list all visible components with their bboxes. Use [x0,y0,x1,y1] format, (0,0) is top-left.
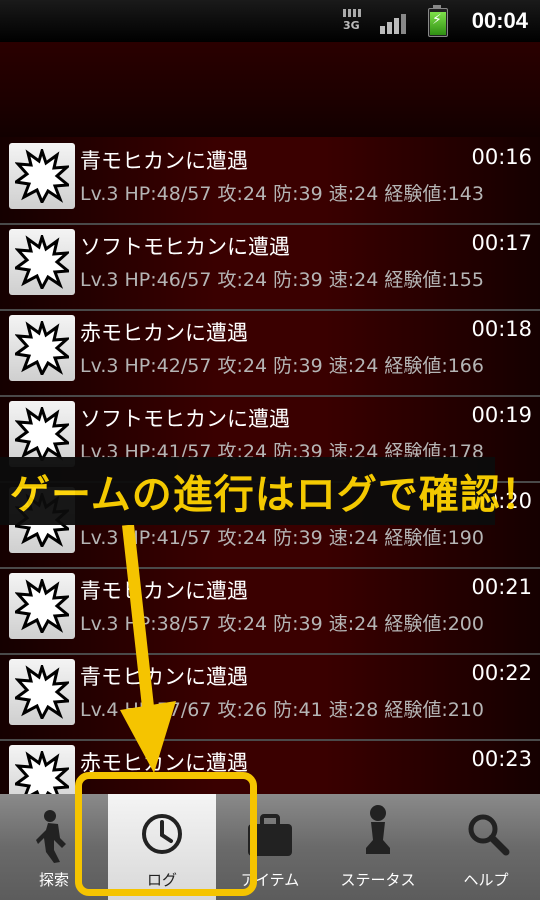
explosion-icon [9,745,75,794]
search-icon [468,814,510,856]
signal-strength-icon [380,12,410,34]
walker-icon [36,810,66,863]
log-item-time: 00:16 [471,145,532,169]
log-item-time: 00:22 [471,661,532,685]
log-list-item[interactable]: 青モヒカンに遭遇 00:16 Lv.3 HP:48/57 攻:24 防:39 速:2… [0,137,540,225]
log-item-stats: Lv.3 HP:42/57 攻:24 防:39 速:24 経験値:166 [80,355,484,377]
log-list-item[interactable]: 青モヒカンに遭遇 00:21 Lv.3 HP:38/57 攻:24 防:39 速:2… [0,567,540,655]
tab-label: ステータス [340,871,416,889]
explosion-icon [9,315,75,381]
annotation-arrow [120,525,176,773]
log-item-stats: Lv.3 HP:48/57 攻:24 防:39 速:24 経験値:143 [80,183,484,205]
status-bar: 3G ⚡ 00:04 [0,0,540,42]
log-item-time: 00:19 [471,403,532,427]
chess-pawn-icon [366,805,390,854]
caption-banner: ゲームの進行はログで確認！ [0,457,540,525]
log-item-title: ソフトモヒカンに遭遇 [80,235,290,259]
explosion-icon [9,229,75,295]
log-list-item[interactable]: ソフトモヒカンに遭遇 00:17 Lv.3 HP:46/57 攻:24 防:39 速… [0,223,540,311]
log-list-item[interactable]: 青モヒカンに遭遇 00:22 Lv.4 HP:57/67 攻:26 防:41 速:2… [0,653,540,741]
log-item-title: ソフトモヒカンに遭遇 [80,407,290,431]
log-item-title: 赤モヒカンに遭遇 [80,321,248,345]
header-area [0,42,540,137]
log-tab-highlight [75,772,257,896]
tab-status[interactable]: ステータス [324,794,432,900]
clock-time: 00:04 [471,8,528,33]
log-item-time: 00:21 [471,575,532,599]
log-item-time: 00:18 [471,317,532,341]
tab-label: ヘルプ [463,871,509,889]
network-type: 3G [343,19,360,32]
network-3g-icon: 3G [343,9,361,33]
caption-text: ゲームの進行はログで確認！ [10,472,540,518]
battery-charging-icon: ⚡ [428,5,448,37]
tab-help[interactable]: ヘルプ [432,794,540,900]
log-item-title: 青モヒカンに遭遇 [80,149,248,173]
explosion-icon [9,573,75,639]
log-item-time: 00:23 [471,747,532,771]
explosion-icon [9,659,75,725]
explosion-icon [9,143,75,209]
log-item-stats: Lv.3 HP:46/57 攻:24 防:39 速:24 経験値:155 [80,269,484,291]
log-item-time: 00:17 [471,231,532,255]
log-list-item[interactable]: 赤モヒカンに遭遇 00:18 Lv.3 HP:42/57 攻:24 防:39 速:2… [0,309,540,397]
